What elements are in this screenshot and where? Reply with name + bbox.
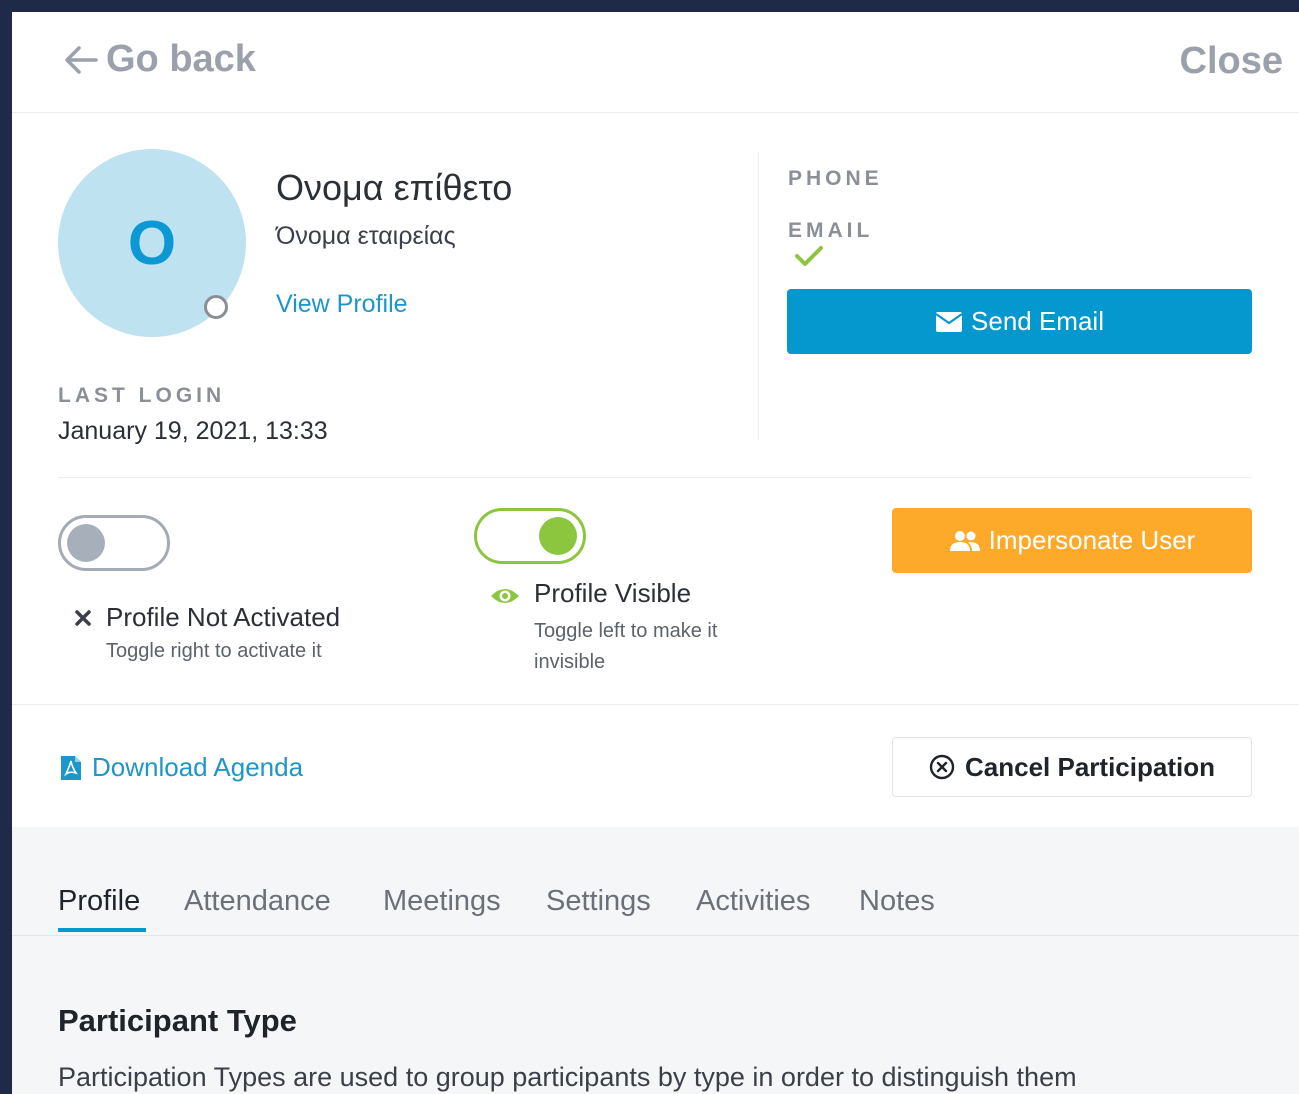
view-profile-link[interactable]: View Profile [276, 290, 408, 319]
section-divider [12, 704, 1299, 705]
tab-profile[interactable]: Profile [58, 885, 140, 918]
eye-icon [491, 589, 519, 603]
tab-notes[interactable]: Notes [859, 885, 935, 918]
company-name: Όνομα εταιρείας [276, 222, 456, 250]
download-agenda-label: Download Agenda [92, 752, 304, 782]
x-icon [75, 610, 91, 626]
section-divider [58, 477, 1252, 478]
download-agenda-link[interactable]: Download Agenda [60, 752, 303, 783]
activation-toggle[interactable] [58, 515, 170, 571]
activation-status: Profile Not Activated [106, 602, 341, 632]
impersonate-user-button[interactable]: Impersonate User [892, 508, 1252, 573]
go-back-label: Go back [106, 38, 256, 80]
pdf-file-icon [61, 755, 81, 780]
user-name: Ονομα επίθετο [276, 167, 513, 208]
circle-x-icon [929, 754, 955, 780]
section-title: Participant Type [58, 1003, 297, 1038]
last-login-label: LAST LOGIN [58, 384, 226, 407]
toggle-knob [67, 524, 105, 562]
tab-attendance[interactable]: Attendance [184, 885, 331, 918]
activation-hint: Toggle right to activate it [106, 640, 322, 662]
toggle-knob [539, 517, 577, 555]
vertical-divider [758, 152, 759, 440]
visibility-hint: Toggle left to make it invisible [534, 620, 718, 673]
panel-header: Go back Close [12, 12, 1299, 113]
check-icon [795, 246, 823, 266]
visibility-toggle[interactable] [474, 508, 586, 564]
impersonate-label: Impersonate User [988, 525, 1196, 555]
details-section: Profile Attendance Meetings Settings Act… [12, 827, 1299, 1094]
send-email-button[interactable]: Send Email [787, 289, 1252, 354]
cancel-participation-label: Cancel Participation [965, 751, 1215, 782]
send-email-label: Send Email [971, 306, 1104, 336]
arrow-left-icon [65, 45, 98, 74]
envelope-icon [935, 311, 963, 332]
tab-meetings[interactable]: Meetings [383, 885, 501, 918]
section-description: Participation Types are used to group pa… [58, 1062, 1077, 1092]
email-label: EMAIL [788, 219, 874, 242]
online-status-dot [204, 295, 228, 319]
phone-label: PHONE [788, 167, 883, 190]
go-back-button[interactable]: Go back [64, 38, 256, 81]
cancel-participation-button[interactable]: Cancel Participation [892, 737, 1252, 797]
last-login-value: January 19, 2021, 13:33 [58, 417, 328, 445]
participant-panel: Go back Close O Ονομα επίθετο Όνομα εται… [12, 12, 1299, 1094]
visibility-status: Profile Visible [534, 578, 692, 608]
tab-bar: Profile Attendance Meetings Settings Act… [12, 827, 1299, 936]
active-tab-indicator [58, 928, 146, 932]
users-icon [949, 530, 980, 551]
tab-settings[interactable]: Settings [546, 885, 651, 918]
tab-activities[interactable]: Activities [696, 885, 810, 918]
close-button[interactable]: Close [1180, 40, 1283, 83]
